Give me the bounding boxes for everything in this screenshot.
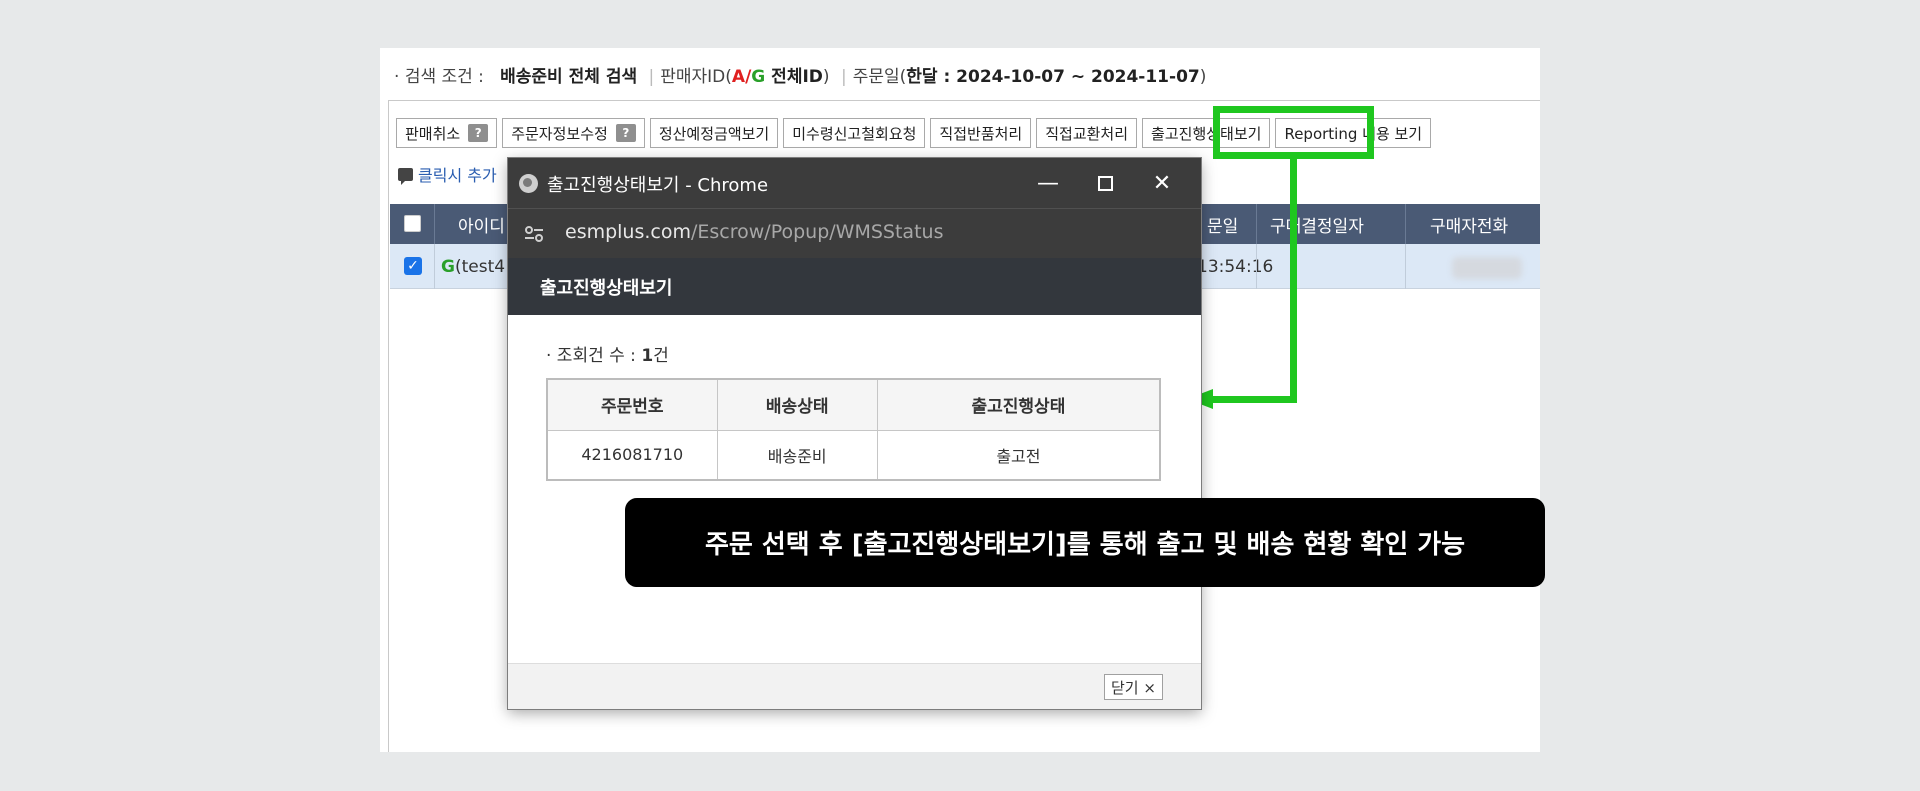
withdraw-nonreceipt-button[interactable]: 미수령신고철회요청 <box>783 118 926 148</box>
seller-id-value: 전체ID <box>765 67 823 87</box>
table-row: 4216081710 배송준비 출고전 <box>546 429 1161 481</box>
col-order-number: 주문번호 <box>546 378 718 431</box>
separator: | <box>648 67 655 87</box>
cell-shipment-status: 출고전 <box>876 429 1161 481</box>
click-note-text: 클릭시 추가 <box>418 166 497 185</box>
buyer-id: (test4 <box>454 256 506 277</box>
blurred-phone <box>1452 257 1522 279</box>
shipment-status-popup: 출고진행상태보기 - Chrome — ✕ esmplus.com/Escrow… <box>508 158 1201 709</box>
popup-titlebar[interactable]: 출고진행상태보기 - Chrome — ✕ <box>508 158 1201 208</box>
header-buyer-phone[interactable]: 구매자전화 <box>1430 204 1508 244</box>
select-all-checkbox[interactable] <box>404 215 421 232</box>
column-divider <box>1256 244 1257 289</box>
help-icon[interactable]: ? <box>615 124 636 142</box>
col-delivery-status: 배송상태 <box>716 378 878 431</box>
popup-window-title: 출고진행상태보기 - Chrome <box>547 175 769 196</box>
separator: | <box>840 67 847 87</box>
direct-return-button[interactable]: 직접반품처리 <box>930 118 1032 148</box>
count-value: 1 <box>641 346 654 366</box>
popup-footer: 닫기 × <box>508 663 1201 709</box>
click-note: 클릭시 추가 <box>398 162 497 186</box>
cell-order-number: 4216081710 <box>546 429 718 481</box>
globe-icon <box>519 174 538 193</box>
url-path: /Escrow/Popup/WMSStatus <box>691 221 944 243</box>
site-settings-icon[interactable] <box>524 226 544 242</box>
header-order-date[interactable]: 문일 <box>1207 204 1238 244</box>
paren-close: ) <box>822 67 830 87</box>
row-order-time: 13:54:16 <box>1197 256 1274 277</box>
row-id: G (test4 <box>441 244 505 289</box>
column-divider <box>434 204 435 244</box>
minimize-icon[interactable]: — <box>1031 168 1065 198</box>
row-checkbox[interactable]: ✓ <box>404 257 422 275</box>
shipment-status-highlight <box>1213 106 1374 159</box>
url-host: esmplus.com <box>565 221 691 243</box>
search-scope: 배송준비 전체 검색 <box>500 67 638 87</box>
close-button[interactable]: 닫기 × <box>1104 674 1163 700</box>
edit-buyer-info-button[interactable]: 주문자정보수정? <box>502 118 645 148</box>
count-unit: 건 <box>653 346 669 366</box>
settlement-preview-button[interactable]: 정산예정금액보기 <box>649 118 779 148</box>
column-divider <box>1405 244 1406 289</box>
direct-exchange-button[interactable]: 직접교환처리 <box>1036 118 1138 148</box>
column-divider <box>434 244 435 289</box>
column-divider <box>1405 204 1406 244</box>
seller-g-mark: G <box>751 67 766 87</box>
popup-header: 출고진행상태보기 <box>508 258 1201 315</box>
help-icon[interactable]: ? <box>468 124 489 142</box>
header-confirm-date[interactable]: 구매결정일자 <box>1270 204 1364 244</box>
cell-delivery-status: 배송준비 <box>716 429 878 481</box>
button-label: 주문자정보수정 <box>511 124 608 143</box>
maximize-icon[interactable] <box>1088 168 1122 198</box>
gmarket-mark: G <box>441 256 455 277</box>
paren-close: ) <box>1199 67 1207 87</box>
button-label: 판매취소 <box>405 124 461 143</box>
search-label: 검색 조건 : <box>404 67 484 87</box>
cancel-sale-button[interactable]: 판매취소? <box>396 118 498 148</box>
col-shipment-status: 출고진행상태 <box>876 378 1161 431</box>
header-id[interactable]: 아이디 <box>458 204 505 244</box>
result-count: · 조회건 수 : 1건 <box>546 341 669 366</box>
callout-banner: 주문 선택 후 [출고진행상태보기]를 통해 출고 및 배송 현황 확인 가능 <box>625 498 1545 587</box>
comment-icon <box>398 167 413 185</box>
order-date-label: 주문일( <box>852 67 907 87</box>
column-divider <box>1256 204 1257 244</box>
popup-urlbar: esmplus.com/Escrow/Popup/WMSStatus <box>508 208 1201 258</box>
shipment-status-table: 주문번호 배송상태 출고진행상태 4216081710 배송준비 출고전 <box>546 378 1161 481</box>
arrow-line-vertical <box>1290 159 1297 403</box>
close-window-icon[interactable]: ✕ <box>1145 168 1179 198</box>
seller-id-label: 판매자ID( <box>660 67 732 87</box>
bullet: · <box>394 67 400 87</box>
search-conditions: · 검색 조건 : 배송준비 전체 검색 | 판매자ID(A/G 전체ID) | 주… <box>394 62 1206 87</box>
popup-url: esmplus.com/Escrow/Popup/WMSStatus <box>565 221 943 243</box>
seller-a-mark: A <box>731 67 746 87</box>
count-label: · 조회건 수 : <box>546 346 642 366</box>
order-date-range: 한달 : 2024-10-07 ~ 2024-11-07 <box>906 67 1200 87</box>
arrow-line-horizontal <box>1212 396 1297 403</box>
